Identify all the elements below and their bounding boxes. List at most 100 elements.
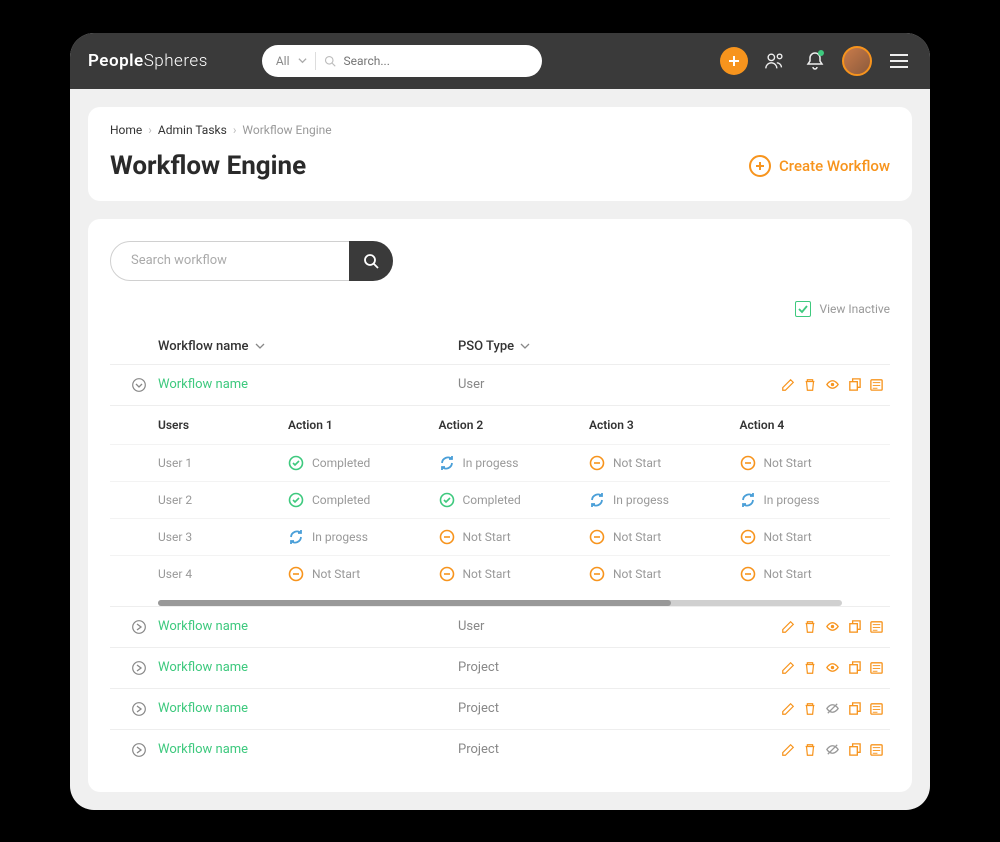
breadcrumb-admin[interactable]: Admin Tasks xyxy=(158,123,227,137)
plus-icon xyxy=(728,55,740,67)
people-icon xyxy=(764,51,786,71)
visibility-icon[interactable] xyxy=(824,619,840,635)
delete-icon[interactable] xyxy=(802,619,818,635)
search-icon xyxy=(324,55,336,67)
workflow-link[interactable]: Workflow name xyxy=(158,660,248,675)
copy-icon[interactable] xyxy=(846,660,862,676)
expand-toggle[interactable] xyxy=(120,619,158,635)
log-icon[interactable] xyxy=(868,377,884,393)
global-search[interactable]: All xyxy=(262,45,542,77)
visibility-icon[interactable] xyxy=(824,660,840,676)
notifications-button[interactable] xyxy=(802,48,828,74)
edit-icon[interactable] xyxy=(780,660,796,676)
search-scope[interactable]: All xyxy=(276,54,290,68)
col-action2: Action 2 xyxy=(439,418,590,432)
delete-icon[interactable] xyxy=(802,377,818,393)
edit-icon[interactable] xyxy=(780,619,796,635)
status-cell: In progess xyxy=(439,455,590,471)
status-cell: Not Start xyxy=(740,529,891,545)
workflow-type: Project xyxy=(458,742,780,757)
logo: PeopleSpheres xyxy=(88,51,208,71)
expand-toggle[interactable] xyxy=(120,742,158,758)
col-action4: Action 4 xyxy=(740,418,891,432)
add-button[interactable] xyxy=(720,47,748,75)
status-cell: Not Start xyxy=(740,566,891,582)
user-row: User 4 Not Start Not Start Not Start Not… xyxy=(110,555,890,592)
delete-icon[interactable] xyxy=(802,701,818,717)
delete-icon[interactable] xyxy=(802,742,818,758)
expand-toggle[interactable] xyxy=(120,377,158,393)
view-inactive-checkbox[interactable] xyxy=(795,301,811,317)
delete-icon[interactable] xyxy=(802,660,818,676)
workflow-link[interactable]: Workflow name xyxy=(158,701,248,716)
copy-icon[interactable] xyxy=(846,742,862,758)
create-workflow-button[interactable]: Create Workflow xyxy=(749,155,890,177)
view-inactive-label: View Inactive xyxy=(819,302,890,316)
edit-icon[interactable] xyxy=(780,742,796,758)
breadcrumb: Home › Admin Tasks › Workflow Engine xyxy=(88,107,912,137)
status-cell: Not Start xyxy=(589,455,740,471)
status-cell: Completed xyxy=(288,455,439,471)
status-cell: Completed xyxy=(439,492,590,508)
status-cell: In progess xyxy=(589,492,740,508)
workflow-row: Workflow name Project xyxy=(110,729,890,770)
workflow-link[interactable]: Workflow name xyxy=(158,377,248,392)
people-button[interactable] xyxy=(762,48,788,74)
breadcrumb-home[interactable]: Home xyxy=(110,123,142,137)
workflow-row: Workflow name Project xyxy=(110,647,890,688)
status-cell: In progess xyxy=(740,492,891,508)
topbar: PeopleSpheres All xyxy=(70,33,930,89)
workflow-type: User xyxy=(458,377,780,392)
chevron-down-icon xyxy=(298,56,307,65)
status-cell: Not Start xyxy=(288,566,439,582)
status-cell: In progess xyxy=(288,529,439,545)
workflow-type: User xyxy=(458,619,780,634)
status-cell: Completed xyxy=(288,492,439,508)
log-icon[interactable] xyxy=(868,742,884,758)
col-action3: Action 3 xyxy=(589,418,740,432)
copy-icon[interactable] xyxy=(846,701,862,717)
user-name: User 4 xyxy=(158,566,288,582)
log-icon[interactable] xyxy=(868,660,884,676)
workflow-link[interactable]: Workflow name xyxy=(158,619,248,634)
workflow-type: Project xyxy=(458,701,780,716)
search-icon xyxy=(363,253,379,269)
workflow-row: Workflow name User xyxy=(110,606,890,647)
workflow-link[interactable]: Workflow name xyxy=(158,742,248,757)
workflow-search-field[interactable]: Search workflow xyxy=(110,241,350,281)
workflow-type: Project xyxy=(458,660,780,675)
workflow-search-button[interactable] xyxy=(349,241,393,281)
user-name: User 2 xyxy=(158,492,288,508)
col-action1: Action 1 xyxy=(288,418,439,432)
log-icon[interactable] xyxy=(868,701,884,717)
visibility-icon[interactable] xyxy=(824,701,840,717)
user-name: User 3 xyxy=(158,529,288,545)
menu-button[interactable] xyxy=(886,48,912,74)
edit-icon[interactable] xyxy=(780,701,796,717)
col-name[interactable]: Workflow name xyxy=(158,339,458,354)
col-type[interactable]: PSO Type xyxy=(458,339,890,354)
avatar[interactable] xyxy=(842,46,872,76)
breadcrumb-current: Workflow Engine xyxy=(242,123,331,137)
user-row: User 2 Completed Completed In progess In… xyxy=(110,481,890,518)
log-icon[interactable] xyxy=(868,619,884,635)
copy-icon[interactable] xyxy=(846,619,862,635)
global-search-input[interactable] xyxy=(344,54,528,68)
horizontal-scrollbar[interactable] xyxy=(158,600,842,606)
status-cell: Not Start xyxy=(439,566,590,582)
visibility-icon[interactable] xyxy=(824,742,840,758)
expand-toggle[interactable] xyxy=(120,660,158,676)
expand-toggle[interactable] xyxy=(120,701,158,717)
status-cell: Not Start xyxy=(589,529,740,545)
edit-icon[interactable] xyxy=(780,377,796,393)
visibility-icon[interactable] xyxy=(824,377,840,393)
chevron-down-icon xyxy=(520,341,530,351)
workflow-row: Workflow name Project xyxy=(110,688,890,729)
col-users: Users xyxy=(158,418,288,432)
status-cell: Not Start xyxy=(439,529,590,545)
copy-icon[interactable] xyxy=(846,377,862,393)
workflow-table: Workflow name PSO Type Workflow name Use… xyxy=(110,329,890,770)
user-row: User 3 In progess Not Start Not Start No… xyxy=(110,518,890,555)
user-name: User 1 xyxy=(158,455,288,471)
workflow-row: Workflow name User xyxy=(110,364,890,405)
